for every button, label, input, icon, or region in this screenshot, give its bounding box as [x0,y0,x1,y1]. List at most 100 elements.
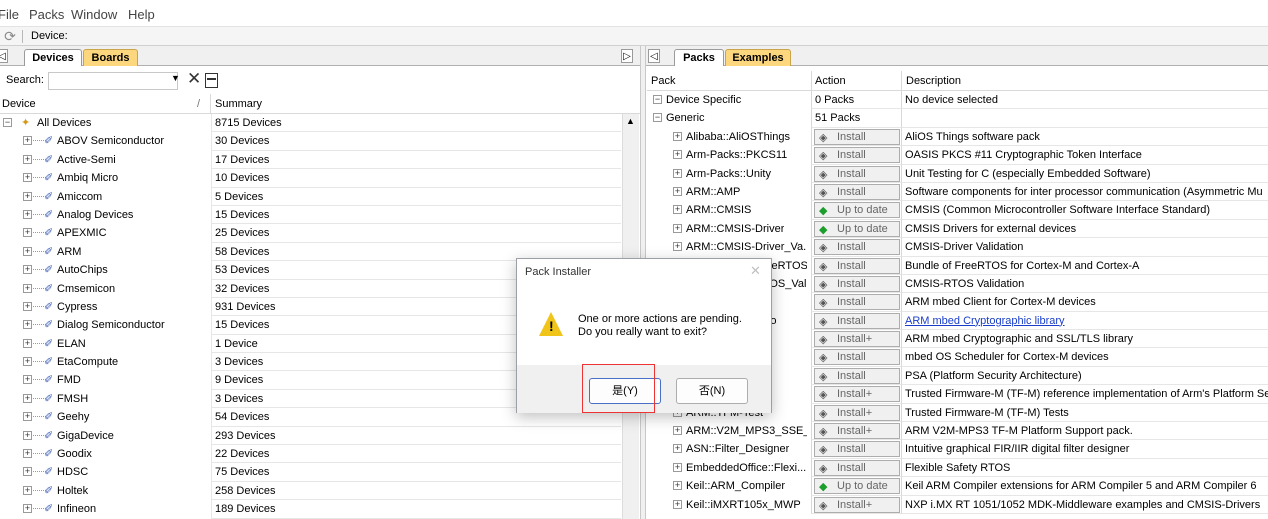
expand-icon[interactable]: + [23,228,32,238]
pack-row[interactable]: + ARM::AMP ◈ Install Software components for… [647,182,1268,202]
refresh-icon[interactable]: ⟳ [2,28,18,44]
pack-row[interactable]: + Keil::iMXRT105x_MWP ◈ Install+ NXP i.MX RT… [647,495,1268,514]
clear-search-icon[interactable]: ✕ [187,69,201,89]
nav-left-icon[interactable]: ◁ [648,49,660,63]
action-button[interactable]: ◈ Install [814,349,900,366]
action-button[interactable]: ◆ Up to date [814,220,900,237]
nav-right-icon[interactable]: ▷ [621,49,633,63]
menu-packs[interactable]: Packs [29,7,64,22]
expand-icon[interactable]: + [23,191,32,201]
action-button[interactable]: ◈ Install [814,312,900,329]
pack-row[interactable]: + Arm-Packs::PKCS11 ◈ Install OASIS PKCS #11… [647,146,1268,165]
description-link[interactable]: ARM mbed Cryptographic library [905,315,1065,327]
expand-icon[interactable]: + [23,301,32,311]
action-button[interactable]: ◈ Install [814,441,900,458]
action-button[interactable]: ◈ Install [814,128,900,145]
action-button[interactable]: ◈ Install+ [814,386,900,403]
action-button[interactable]: ◈ Install [814,257,900,274]
tab-boards[interactable]: Boards [83,49,138,66]
expand-icon[interactable]: + [23,449,32,459]
expand-icon[interactable]: + [673,223,682,233]
tree-row-vendor[interactable]: + ✐ Infineon 189 Devices [0,500,640,519]
expand-icon[interactable]: + [673,131,682,141]
expand-icon[interactable]: + [23,467,32,477]
pack-row[interactable]: + Arm-Packs::Unity ◈ Install Unit Testing fo… [647,164,1268,183]
action-button[interactable]: ◈ Install+ [814,423,900,440]
tree-row-vendor[interactable]: + ✐ HDSC 75 Devices [0,463,640,482]
pack-row[interactable]: − Generic 51 Packs [647,109,1268,128]
pack-row[interactable]: + Alibaba::AliOSThings ◈ Install AliOS Thing… [647,127,1268,147]
expand-icon[interactable]: + [673,499,682,509]
expand-icon[interactable]: + [673,481,682,491]
expand-icon[interactable]: + [23,357,32,367]
pack-row[interactable]: + ASN::Filter_Designer ◈ Install Intuitive g… [647,440,1268,459]
action-button[interactable]: ◈ Install [814,367,900,384]
tree-row-all-devices[interactable]: − ✦ All Devices 8715 Devices [0,114,640,133]
tree-row-vendor[interactable]: + ✐ APEXMIC 25 Devices [0,224,640,243]
tab-packs[interactable]: Packs [674,49,724,66]
expand-icon[interactable]: + [673,168,682,178]
expand-icon[interactable]: + [673,242,682,252]
action-button[interactable]: ◈ Install+ [814,331,900,348]
expand-icon[interactable]: + [23,485,32,495]
search-input[interactable] [48,72,178,90]
scroll-up-icon[interactable]: ▲ [626,116,635,126]
col-summary[interactable]: Summary [215,98,262,110]
no-button[interactable]: 否(N) [676,378,748,404]
expand-icon[interactable]: + [23,430,32,440]
expand-icon[interactable]: + [673,426,682,436]
action-button[interactable]: ◈ Install [814,239,900,256]
menu-window[interactable]: Window [71,7,117,22]
expand-icon[interactable]: + [673,186,682,196]
pack-row[interactable]: + Keil::ARM_Compiler ◆ Up to date Keil ARM C… [647,477,1268,496]
nav-left-icon[interactable]: ◁ [0,49,8,63]
col-action[interactable]: Action [815,75,846,87]
action-button[interactable]: ◈ Install [814,147,900,164]
action-button[interactable]: ◈ Install+ [814,496,900,513]
collapse-icon[interactable]: − [653,95,662,104]
expand-icon[interactable]: + [23,338,32,348]
expand-icon[interactable]: + [673,205,682,215]
expand-icon[interactable]: + [23,209,32,219]
expand-icon[interactable]: + [23,283,32,293]
action-button[interactable]: ◈ Install [814,275,900,292]
pack-row[interactable]: + ARM::CMSIS-Driver_Va... ◈ Install CMSIS-Dr… [647,238,1268,257]
expand-icon[interactable]: + [673,150,682,160]
tree-row-vendor[interactable]: + ✐ Ambiq Micro 10 Devices [0,169,640,188]
tree-row-vendor[interactable]: + ✐ ABOV Semiconductor 30 Devices [0,132,640,151]
col-device[interactable]: Device [2,98,36,110]
tree-row-vendor[interactable]: + ✐ Active-Semi 17 Devices [0,150,640,170]
expand-icon[interactable]: + [23,320,32,330]
column-divider[interactable] [901,71,902,91]
expand-icon[interactable]: + [23,173,32,183]
expand-icon[interactable]: + [23,154,32,164]
expand-icon[interactable]: + [23,393,32,403]
action-button[interactable]: ◆ Up to date [814,202,900,219]
action-button[interactable]: ◈ Install [814,459,900,476]
dropdown-arrow-icon[interactable]: ▼ [171,73,180,83]
action-button[interactable]: ◆ Up to date [814,478,900,495]
tree-row-vendor[interactable]: + ✐ Analog Devices 15 Devices [0,205,640,225]
collapse-icon[interactable]: − [3,118,12,127]
tree-row-vendor[interactable]: + ✐ Amiccom 5 Devices [0,187,640,206]
expand-icon[interactable]: + [673,462,682,472]
column-divider[interactable] [811,71,812,91]
collapse-icon[interactable]: − [653,113,662,123]
expand-icon[interactable]: + [23,504,32,514]
tree-row-vendor[interactable]: + ✐ GigaDevice 293 Devices [0,426,640,446]
pack-row[interactable]: + EmbeddedOffice::Flexi... ◈ Install Flexibl… [647,458,1268,478]
action-button[interactable]: ◈ Install+ [814,404,900,421]
tab-devices[interactable]: Devices [24,49,82,66]
close-icon[interactable]: ✕ [750,263,761,279]
expand-icon[interactable]: + [673,444,682,454]
col-pack[interactable]: Pack [651,75,675,87]
action-button[interactable]: ◈ Install [814,165,900,182]
expand-icon[interactable]: + [23,375,32,385]
pack-row[interactable]: + ARM::CMSIS ◆ Up to date CMSIS (Common Micr… [647,201,1268,220]
expand-icon[interactable]: + [23,412,32,422]
tree-row-vendor[interactable]: + ✐ Holtek 258 Devices [0,481,640,501]
tree-row-vendor[interactable]: + ✐ Goodix 22 Devices [0,445,640,464]
column-divider[interactable] [210,94,211,114]
menu-file[interactable]: File [0,7,19,22]
action-button[interactable]: ◈ Install [814,294,900,311]
